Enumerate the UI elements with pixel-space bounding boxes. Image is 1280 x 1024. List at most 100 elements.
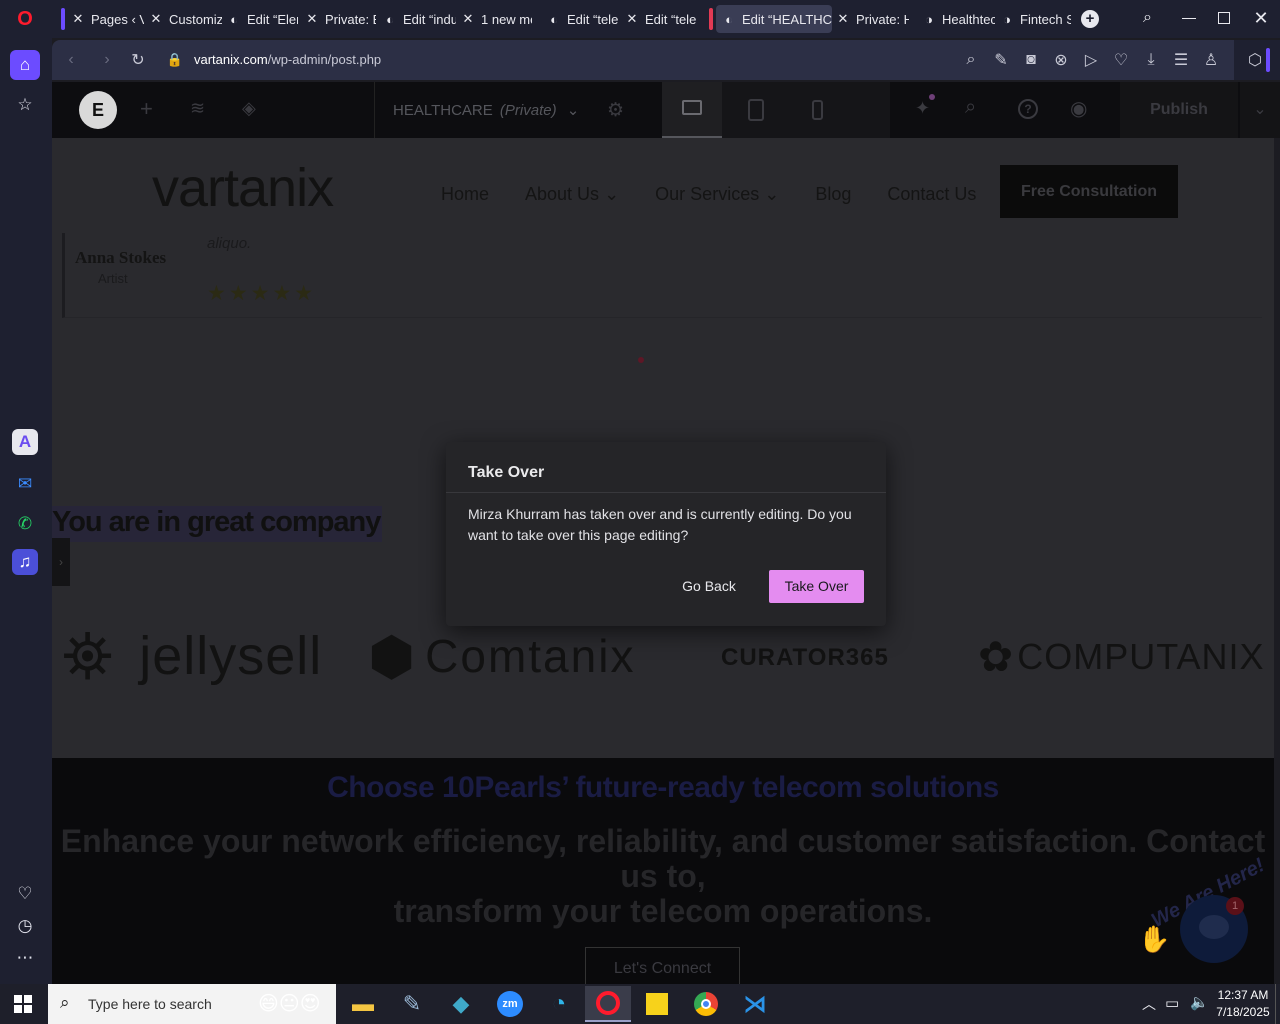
edit-icon[interactable]: ✎ — [990, 49, 1012, 71]
x-logo-icon: ✕ — [150, 11, 162, 26]
whatsapp-icon[interactable]: ✆ — [10, 509, 40, 539]
volume-icon[interactable]: 🔈 — [1190, 993, 1209, 1011]
elementor-topbar: E + ≋ ◈ HEALTHCARE (Private) ⌄ ⚙ ✦ ⌕ ? ◉… — [52, 82, 1280, 138]
more-icon[interactable]: ⋯ — [10, 943, 40, 973]
browser-sidebar: ⌂ ☆ A ✉ ✆ ♫ ♡ ◷ ⋯ — [0, 38, 52, 984]
mobile-view-icon[interactable] — [812, 100, 823, 120]
add-element-icon[interactable]: + — [140, 96, 153, 122]
restore-icon[interactable] — [1218, 12, 1230, 24]
tab-healthtech[interactable]: ◑ Healthtec — [921, 5, 995, 33]
tab-edit-tele-2[interactable]: ✕ Edit “tele — [624, 5, 696, 33]
windows-start-icon[interactable] — [14, 995, 32, 1013]
network-icon[interactable]: ▭ — [1165, 994, 1179, 1012]
preview-icon[interactable]: ◉ — [1070, 96, 1087, 121]
url-domain: vartanix.com — [194, 52, 268, 67]
publish-options-icon[interactable]: ⌄ — [1240, 82, 1280, 138]
dialog-title: Take Over — [468, 464, 545, 481]
page-settings-icon[interactable]: ⚙ — [607, 99, 624, 122]
chevron-down-icon: ⌄ — [566, 102, 580, 119]
bookmark-heart-icon[interactable]: ♡ — [1110, 49, 1132, 71]
tab-private-e[interactable]: ✕ Private: E — [304, 5, 376, 33]
c-logo-icon: ◑ — [1003, 11, 1011, 27]
aria-icon[interactable]: A — [12, 429, 38, 455]
globe-icon: ◐ — [230, 11, 238, 27]
tab-group-marker — [61, 8, 65, 30]
edge-icon[interactable]: ◔ — [536, 986, 582, 1022]
download-icon[interactable]: ⤓ — [1140, 49, 1162, 71]
structure-icon[interactable]: ◈ — [242, 98, 256, 119]
desktop-view-icon[interactable] — [662, 82, 722, 138]
x-logo-icon: ✕ — [837, 11, 849, 26]
play-icon[interactable]: ▷ — [1080, 49, 1102, 71]
finder-icon[interactable]: ⌕ — [965, 96, 976, 119]
clock[interactable]: 12:37 AM 7/18/2025 — [1214, 987, 1272, 1021]
tab-pages[interactable]: ✕ Pages ‹ V — [70, 5, 144, 33]
take-over-dialog: Take Over Mirza Khurram has taken over a… — [446, 442, 886, 626]
tab-edit-elementor[interactable]: ◐ Edit “Elen — [226, 5, 298, 33]
chrome-icon[interactable] — [683, 986, 729, 1022]
new-tab-icon[interactable]: + — [1081, 10, 1099, 28]
take-over-button[interactable]: Take Over — [769, 570, 864, 603]
sidebar-marker — [1266, 48, 1270, 72]
clock-date: 7/18/2025 — [1216, 1005, 1270, 1019]
easy-setup-icon[interactable]: ☰ — [1170, 49, 1192, 71]
taskbar-search-box[interactable]: ⌕ Type here to search 😄😐😍 — [48, 984, 336, 1024]
tab-private-h[interactable]: ✕ Private: H — [835, 5, 909, 33]
help-icon[interactable]: ? — [1018, 99, 1038, 119]
profile-icon[interactable]: ♙ — [1200, 49, 1222, 71]
camera-icon[interactable]: ◙ — [1020, 49, 1042, 71]
x-logo-icon: ✕ — [462, 11, 474, 26]
tab-search-icon[interactable]: ⌕ — [1143, 9, 1163, 29]
x-logo-icon: ✕ — [626, 11, 638, 26]
notifications-icon[interactable]: ✦ — [915, 98, 930, 119]
publish-button[interactable]: Publish — [1120, 82, 1238, 138]
messenger-icon[interactable]: ✉ — [10, 469, 40, 499]
elementor-logo-icon[interactable]: E — [79, 91, 117, 129]
star-icon[interactable]: ☆ — [10, 90, 40, 120]
opera-logo-icon[interactable]: O — [14, 8, 36, 30]
tab-new-message[interactable]: ✕ 1 new me — [460, 5, 532, 33]
x-logo-icon: ✕ — [306, 11, 318, 26]
extensions-icon[interactable]: ⬡ — [1244, 49, 1266, 71]
url-path: /wp-admin/post.php — [267, 52, 382, 67]
go-back-label: Go Back — [682, 578, 736, 594]
music-icon[interactable]: ♫ — [12, 549, 38, 575]
show-desktop[interactable] — [1275, 984, 1280, 1024]
go-back-button[interactable]: Go Back — [672, 570, 746, 602]
minimize-icon[interactable] — [1182, 18, 1196, 19]
back-icon[interactable]: ‹ — [60, 49, 82, 71]
file-explorer-icon[interactable]: ▬ — [340, 986, 386, 1022]
app-diamond-icon[interactable]: ◆ — [438, 986, 484, 1022]
device-switcher — [662, 82, 890, 138]
lock-icon: 🔒 — [166, 52, 184, 67]
site-settings-icon[interactable]: ≋ — [190, 98, 205, 119]
tab-edit-indu[interactable]: ◐ Edit “indu — [382, 5, 456, 33]
publish-label: Publish — [1150, 101, 1208, 118]
zoom-icon[interactable]: ⌕ — [960, 49, 982, 71]
adblock-icon[interactable]: ⊗ — [1050, 49, 1072, 71]
tab-edit-healthcare[interactable]: ◐ Edit “HEALTHCA — [716, 5, 832, 33]
forward-icon[interactable]: › — [96, 49, 118, 71]
home-icon[interactable]: ⌂ — [10, 50, 40, 80]
close-window-icon[interactable]: ✕ — [1252, 8, 1270, 28]
tab-group-marker — [709, 8, 713, 30]
tablet-view-icon[interactable] — [748, 99, 764, 121]
dialog-message: Mirza Khurram has taken over and is curr… — [468, 506, 852, 543]
page-title-dropdown[interactable]: HEALTHCARE (Private) ⌄ — [393, 101, 579, 119]
heart-icon[interactable]: ♡ — [10, 879, 40, 909]
url-field[interactable]: vartanix.com/wp-admin/post.php — [194, 52, 381, 67]
search-icon: ⌕ — [60, 993, 70, 1012]
reload-icon[interactable]: ↻ — [127, 49, 149, 71]
sticky-notes-icon[interactable] — [634, 986, 680, 1022]
globe-icon: ◐ — [550, 11, 558, 27]
tab-fintech[interactable]: ◑ Fintech S — [999, 5, 1071, 33]
vscode-icon[interactable]: ⋊ — [732, 986, 778, 1022]
tray-chevron-icon[interactable]: ︿ — [1142, 994, 1156, 1014]
tab-edit-tele-1[interactable]: ◐ Edit “tele — [546, 5, 618, 33]
opera-taskbar-icon[interactable] — [585, 986, 631, 1022]
zoom-app-icon[interactable]: zm — [487, 986, 533, 1022]
c-logo-icon: ◑ — [925, 11, 933, 27]
tab-customize[interactable]: ✕ Customiz — [148, 5, 222, 33]
paint-icon[interactable]: ✎ — [389, 986, 435, 1022]
history-icon[interactable]: ◷ — [10, 911, 40, 941]
